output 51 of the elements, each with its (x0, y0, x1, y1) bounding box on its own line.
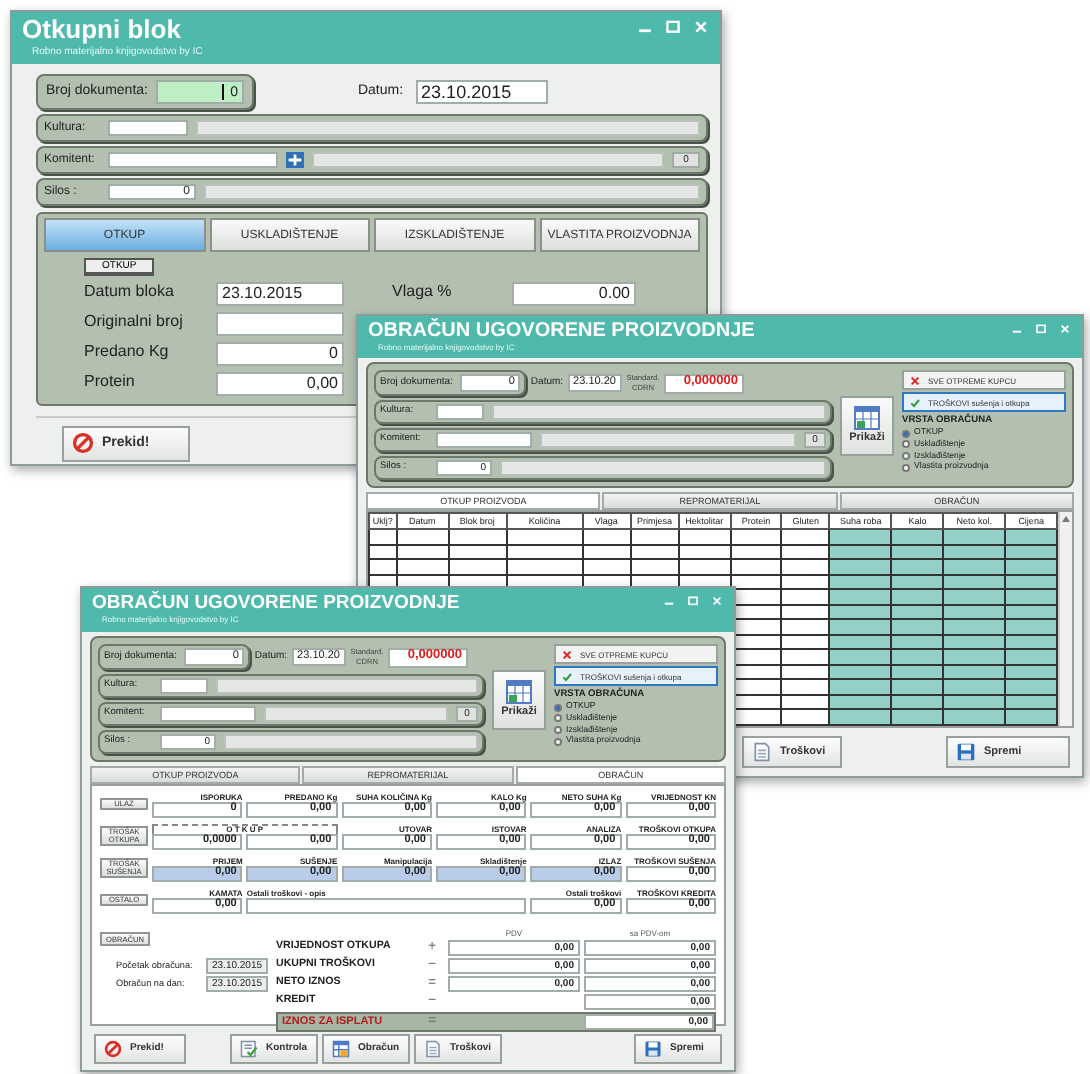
field-label: Originalni broj (84, 314, 185, 332)
scroll-up-icon[interactable] (1062, 516, 1070, 522)
document-icon (752, 742, 772, 762)
table-icon (506, 680, 532, 704)
input-field[interactable]: 23.10.2015 (415, 80, 548, 104)
input-field[interactable]: 0 (216, 341, 344, 365)
maximize-icon[interactable] (1036, 324, 1046, 334)
table-icon (854, 406, 880, 430)
spreadsheet-icon (332, 1039, 350, 1057)
window-title: OBRAČUN UGOVORENE PROIZVODNJE (368, 320, 755, 343)
field-label: Predano Kg (84, 344, 171, 362)
radio-button[interactable] (902, 440, 910, 449)
text-cursor (222, 84, 225, 100)
input-field[interactable] (108, 152, 278, 168)
radio-button[interactable] (554, 714, 562, 723)
scrollbar[interactable] (1058, 512, 1072, 726)
document-icon (424, 1039, 442, 1057)
radio-button[interactable] (554, 726, 562, 735)
maximize-icon[interactable] (666, 20, 680, 34)
input-field[interactable] (108, 120, 188, 136)
window-title: OBRAČUN UGOVORENE PROIZVODNJE (92, 593, 460, 615)
input-field[interactable] (246, 898, 527, 914)
input-field[interactable] (436, 432, 532, 448)
check-mark-icon (562, 671, 572, 681)
close-icon[interactable] (1060, 324, 1070, 334)
prohibited-icon (104, 1039, 122, 1057)
close-icon[interactable] (694, 20, 708, 34)
check-mark-icon (910, 397, 920, 407)
input-field[interactable] (160, 706, 256, 722)
field-label: Datum bloka (84, 284, 176, 302)
radio-button[interactable] (554, 737, 562, 746)
radio-button[interactable] (554, 703, 562, 712)
field-label: Protein (84, 374, 137, 392)
input-field[interactable]: 0,00 (216, 371, 344, 395)
x-mark-icon (910, 375, 920, 385)
input-field[interactable]: 0.00 (512, 281, 636, 305)
x-mark-icon (562, 649, 572, 659)
input-field[interactable] (160, 678, 208, 694)
radio-button[interactable] (902, 429, 910, 438)
input-field[interactable]: 23.10.2015 (216, 281, 344, 305)
radio-button[interactable] (902, 463, 910, 472)
close-icon[interactable] (712, 596, 722, 606)
plus-icon[interactable] (286, 152, 304, 168)
input-field[interactable] (436, 404, 484, 420)
field-label: Vlaga % (392, 284, 454, 302)
input-field[interactable] (216, 311, 344, 335)
maximize-icon[interactable] (688, 596, 698, 606)
prohibited-icon (72, 432, 94, 454)
radio-button[interactable] (902, 452, 910, 461)
checklist-icon (240, 1039, 258, 1057)
window-title: Otkupni blok (22, 16, 181, 46)
